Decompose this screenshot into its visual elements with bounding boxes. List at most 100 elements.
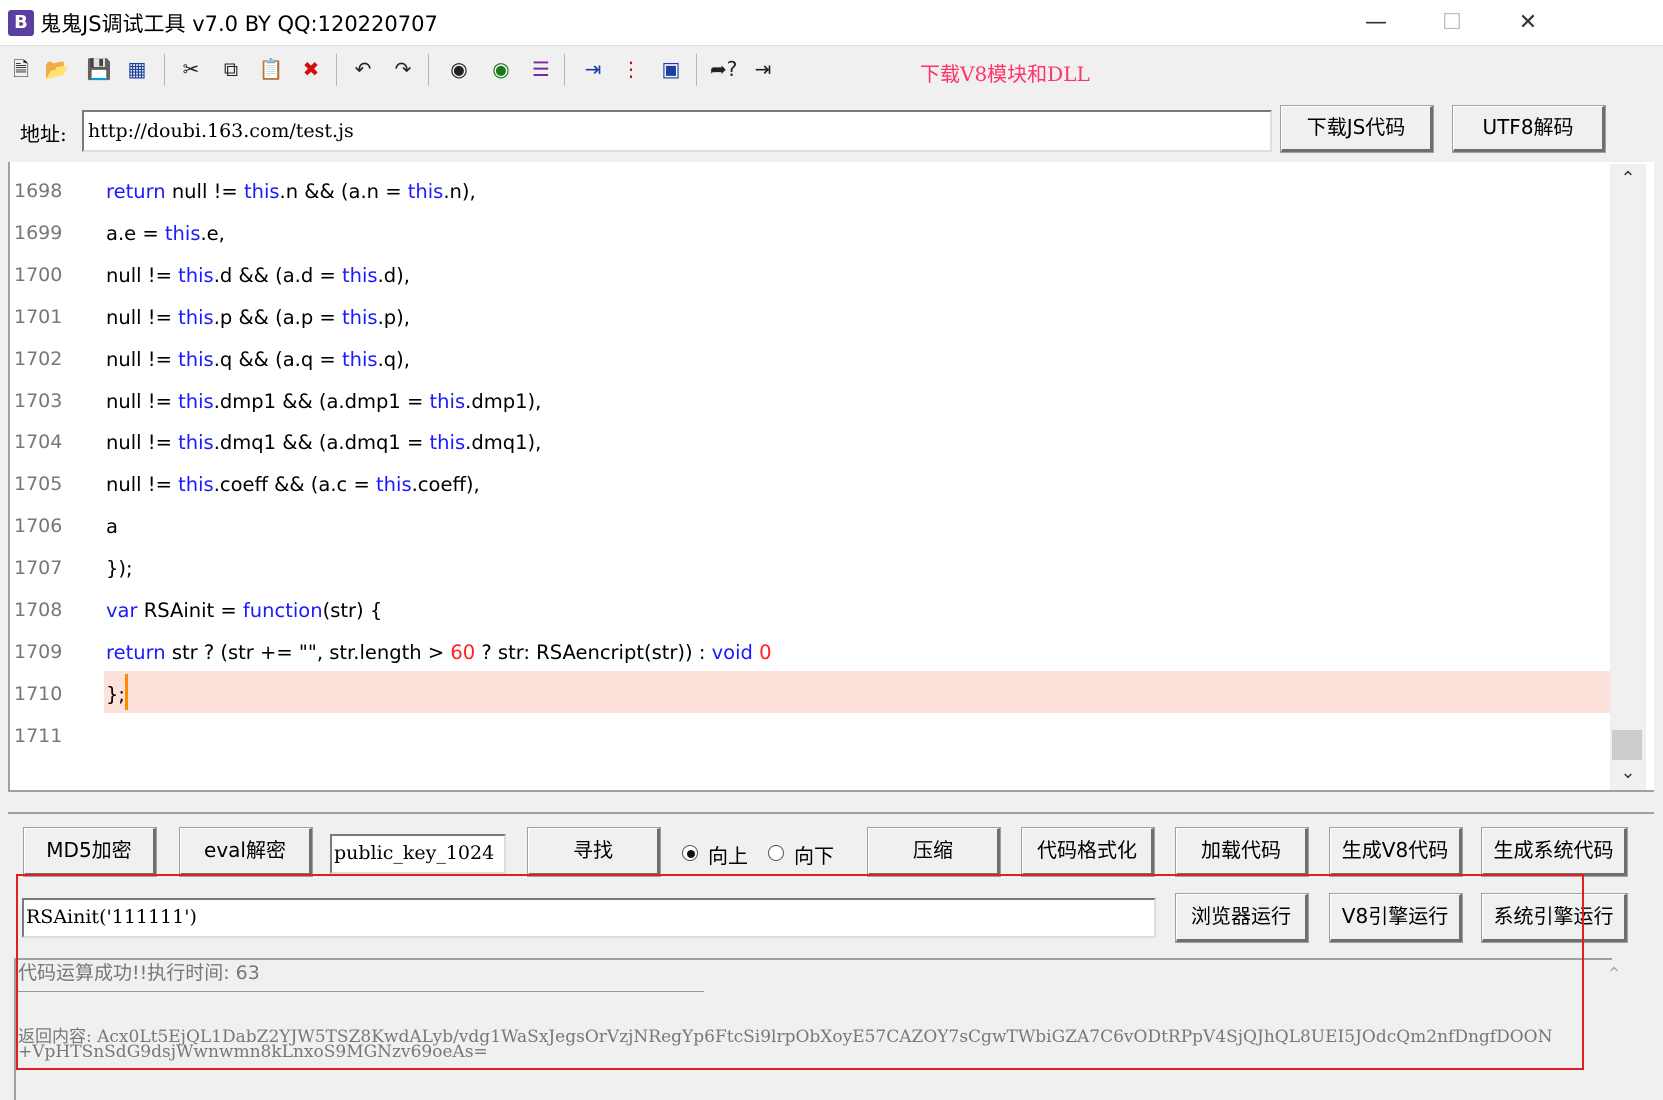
code-token: null != bbox=[106, 306, 179, 329]
code-token: .n && (a.n = bbox=[279, 180, 408, 203]
code-token: this bbox=[429, 431, 466, 454]
help-cursor-icon[interactable]: ➦? bbox=[710, 56, 737, 82]
toolbar-separator bbox=[164, 54, 165, 86]
eval-decrypt-button[interactable]: eval解密 bbox=[179, 827, 313, 877]
code-token: this bbox=[178, 264, 214, 287]
utf8-decode-button[interactable]: UTF8解码 bbox=[1452, 105, 1606, 153]
code-token: void bbox=[711, 641, 753, 664]
code-token: this bbox=[178, 348, 214, 371]
line-number: 1710 bbox=[14, 683, 63, 705]
code-token: (str) { bbox=[322, 599, 383, 622]
toolbar-separator bbox=[564, 54, 565, 86]
code-token: this bbox=[376, 473, 412, 496]
scroll-down-icon[interactable]: ⌄ bbox=[1610, 758, 1646, 788]
code-token: null != bbox=[106, 348, 179, 371]
copy-icon[interactable]: ⧉ bbox=[218, 56, 244, 82]
code-token: .dmq1 && (a.dmq1 = bbox=[213, 431, 430, 454]
toolbar-separator bbox=[336, 54, 337, 86]
code-token: str ? (str += "", str.length > bbox=[165, 641, 451, 664]
code-token: null != bbox=[165, 180, 244, 203]
code-token: null != bbox=[106, 264, 179, 287]
find-icon[interactable]: ◉ bbox=[446, 56, 472, 82]
code-token: null != bbox=[106, 431, 179, 454]
minimize-button[interactable]: — bbox=[1338, 0, 1414, 46]
code-line: null != this.dmp1 && (a.dmp1 = this.dmp1… bbox=[106, 390, 541, 413]
scroll-up-icon[interactable]: ⌃ bbox=[1610, 164, 1646, 194]
numbered-list-icon[interactable]: ⋮ bbox=[618, 56, 644, 82]
address-label: 地址: bbox=[20, 122, 67, 146]
save-all-icon[interactable]: ▦ bbox=[124, 56, 150, 82]
code-token: a bbox=[106, 515, 118, 538]
compress-button[interactable]: 压缩 bbox=[867, 827, 1001, 877]
code-token: this bbox=[178, 306, 214, 329]
open-folder-icon[interactable]: 📂 bbox=[44, 56, 70, 82]
download-js-button[interactable]: 下载JS代码 bbox=[1280, 105, 1434, 153]
code-line: null != this.p && (a.p = this.p), bbox=[106, 306, 410, 329]
code-token: .p && (a.p = bbox=[213, 306, 342, 329]
line-number: 1703 bbox=[14, 390, 63, 412]
line-number: 1698 bbox=[14, 180, 63, 202]
code-token: .q && (a.q = bbox=[213, 348, 342, 371]
download-v8-link[interactable]: 下载V8模块和DLL bbox=[920, 58, 1090, 87]
result-scrollbar[interactable]: ⌃ bbox=[1596, 960, 1632, 1100]
code-token: this bbox=[407, 180, 444, 203]
code-token: return bbox=[106, 641, 166, 664]
code-token: .d), bbox=[377, 264, 410, 287]
code-token: ? str: RSAencript(str)) : bbox=[475, 641, 712, 664]
find-next-icon[interactable]: ◉ bbox=[488, 56, 514, 82]
editor-scrollbar[interactable]: ⌃ ⌄ bbox=[1610, 164, 1646, 790]
maximize-button[interactable]: ☐ bbox=[1414, 0, 1490, 46]
line-number: 1711 bbox=[14, 725, 63, 747]
find-button[interactable]: 寻找 bbox=[527, 827, 661, 877]
code-line: }; bbox=[106, 683, 125, 706]
paste-icon[interactable]: 📋 bbox=[258, 56, 284, 82]
close-button[interactable]: ✕ bbox=[1490, 0, 1566, 46]
code-token: .d && (a.d = bbox=[213, 264, 342, 287]
load-code-button[interactable]: 加载代码 bbox=[1175, 827, 1309, 877]
current-line-highlight bbox=[104, 671, 1612, 713]
generate-system-button[interactable]: 生成系统代码 bbox=[1481, 827, 1628, 877]
code-line: return null != this.n && (a.n = this.n), bbox=[106, 180, 476, 203]
exit-icon[interactable]: ⇥ bbox=[750, 56, 776, 82]
line-number: 1706 bbox=[14, 515, 63, 537]
radio-down[interactable] bbox=[768, 845, 784, 861]
code-token: .e, bbox=[200, 222, 225, 245]
cut-icon[interactable]: ✂ bbox=[178, 56, 204, 82]
code-token: this bbox=[178, 473, 214, 496]
result-scroll-up-icon[interactable]: ⌃ bbox=[1596, 960, 1632, 990]
toolbar-separator bbox=[428, 54, 429, 86]
code-token: this bbox=[243, 180, 280, 203]
list-icon[interactable]: ☰ bbox=[528, 56, 554, 82]
code-token: this bbox=[341, 306, 378, 329]
code-line: a bbox=[106, 515, 118, 538]
code-line: }); bbox=[106, 557, 133, 580]
address-input[interactable]: http://doubi.163.com/test.js bbox=[82, 110, 1272, 152]
editor-scroll-thumb[interactable] bbox=[1612, 730, 1642, 760]
line-number: 1708 bbox=[14, 599, 63, 621]
code-token: .coeff && (a.c = bbox=[213, 473, 377, 496]
code-token: .coeff), bbox=[411, 473, 480, 496]
radio-up[interactable] bbox=[682, 845, 698, 861]
code-line: null != this.q && (a.q = this.q), bbox=[106, 348, 410, 371]
format-code-button[interactable]: 代码格式化 bbox=[1021, 827, 1155, 877]
new-file-icon[interactable]: 🗎 bbox=[8, 56, 34, 82]
code-token: var bbox=[106, 599, 138, 622]
redo-icon[interactable]: ↷ bbox=[390, 56, 416, 82]
delete-icon[interactable]: ✖ bbox=[298, 56, 324, 82]
code-token: RSAinit = bbox=[137, 599, 243, 622]
line-number: 1705 bbox=[14, 473, 63, 495]
code-token: this bbox=[341, 348, 378, 371]
line-number: 1700 bbox=[14, 264, 63, 286]
undo-icon[interactable]: ↶ bbox=[350, 56, 376, 82]
md5-encrypt-button[interactable]: MD5加密 bbox=[23, 827, 157, 877]
code-token: .q), bbox=[377, 348, 410, 371]
code-token: .p), bbox=[377, 306, 410, 329]
window-title: 鬼鬼JS调试工具 v7.0 BY QQ:120220707 bbox=[40, 12, 438, 36]
search-input[interactable]: public_key_1024 bbox=[330, 834, 506, 874]
window-icon[interactable]: ▣ bbox=[658, 56, 684, 82]
code-token: function bbox=[242, 599, 323, 622]
line-number: 1699 bbox=[14, 222, 63, 244]
indent-icon[interactable]: ⇥ bbox=[580, 56, 606, 82]
save-icon[interactable]: 💾 bbox=[86, 56, 112, 82]
generate-v8-button[interactable]: 生成V8代码 bbox=[1329, 827, 1463, 877]
